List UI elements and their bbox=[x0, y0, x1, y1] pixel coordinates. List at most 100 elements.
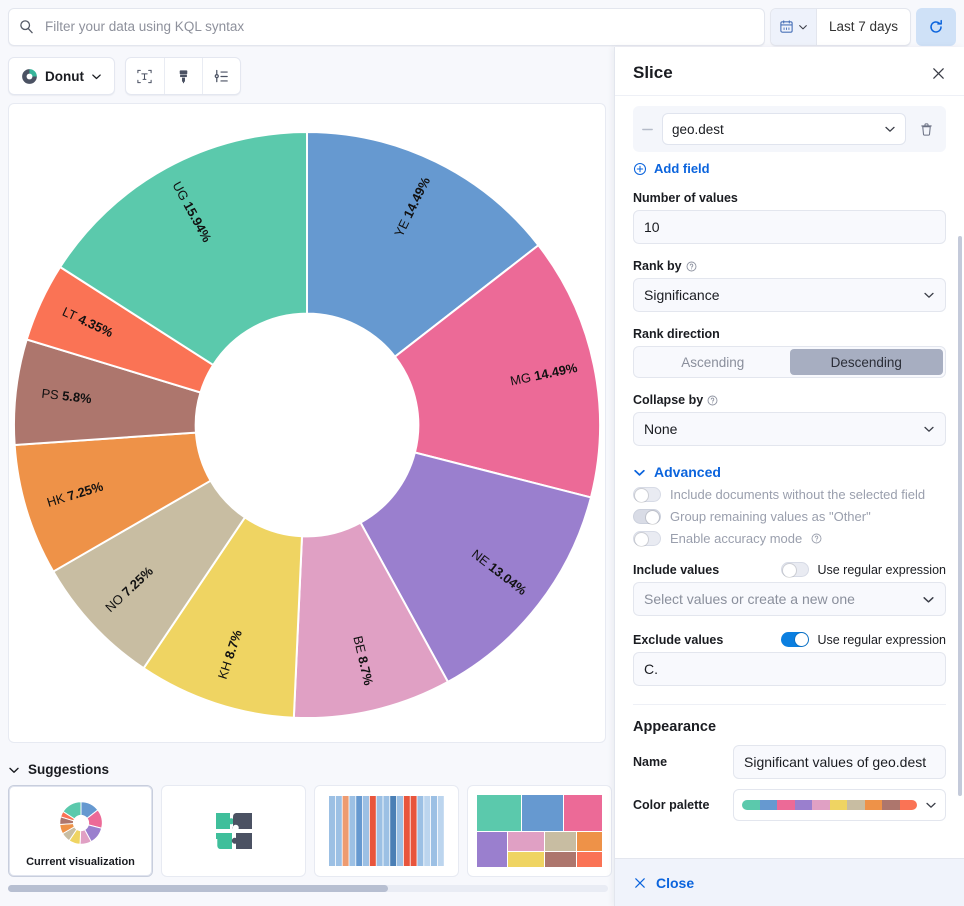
labels-button[interactable] bbox=[126, 58, 164, 94]
suggestion-current-visualization[interactable]: Current visualization bbox=[8, 785, 153, 877]
include-values-regex-toggle[interactable] bbox=[781, 562, 809, 577]
collapse-by-label: Collapse by bbox=[633, 393, 946, 407]
panel-close-button[interactable] bbox=[931, 66, 946, 81]
appearance-palette-row: Color palette bbox=[633, 789, 946, 821]
suggestion-treemap[interactable] bbox=[467, 785, 612, 877]
toggle-include-documents-row[interactable]: Include documents without the selected f… bbox=[633, 487, 946, 502]
suggestions-header[interactable]: Suggestions bbox=[8, 762, 606, 777]
drag-handle-icon[interactable] bbox=[641, 123, 654, 136]
date-picker-calendar-button[interactable] bbox=[771, 9, 817, 45]
include-values-label: Include values bbox=[633, 563, 719, 577]
legend-list-icon bbox=[213, 68, 230, 85]
exclude-values-value: C. bbox=[644, 661, 658, 677]
chevron-down-icon bbox=[633, 466, 646, 479]
panel-scrollbar[interactable] bbox=[958, 236, 962, 796]
number-of-values-label-text: Number of values bbox=[633, 191, 738, 205]
exclude-values-input[interactable]: C. bbox=[633, 652, 946, 686]
rank-direction-ascending[interactable]: Ascending bbox=[636, 349, 790, 375]
include-values-regex-label: Use regular expression bbox=[817, 563, 946, 577]
suggestion-bar-chart[interactable] bbox=[314, 785, 459, 877]
appearance-name-row: Name Significant values of geo.dest bbox=[633, 745, 946, 779]
chevron-down-icon bbox=[8, 764, 20, 776]
color-palette-select[interactable] bbox=[733, 789, 946, 821]
rank-direction-group: Ascending Descending bbox=[633, 346, 946, 378]
suggestions-panel: Suggestions Current visualization bbox=[0, 756, 614, 906]
legend-button[interactable] bbox=[202, 58, 240, 94]
accuracy-mode-toggle[interactable] bbox=[633, 531, 661, 546]
palette-swatch bbox=[865, 800, 883, 810]
close-x-icon bbox=[633, 876, 647, 890]
question-icon[interactable] bbox=[686, 261, 697, 272]
chevron-down-icon bbox=[923, 289, 935, 301]
chevron-down-icon bbox=[91, 71, 102, 82]
suggestions-list: Current visualization bbox=[8, 785, 606, 877]
palette-swatch bbox=[900, 800, 918, 810]
search-icon bbox=[19, 19, 35, 34]
chevron-down-icon bbox=[922, 593, 935, 606]
palette-swatch bbox=[795, 800, 813, 810]
toggle-group-other-row[interactable]: Group remaining values as "Other" bbox=[633, 509, 946, 524]
rank-direction-descending[interactable]: Descending bbox=[790, 349, 944, 375]
donut-chart[interactable]: YE 14.49%MG 14.49%NE 13.04%BE 8.7%KH 8.7… bbox=[9, 104, 605, 742]
search-bar[interactable] bbox=[8, 8, 765, 46]
add-field-button[interactable]: Add field bbox=[633, 161, 946, 176]
calendar-icon bbox=[779, 19, 794, 34]
chevron-down-icon bbox=[884, 123, 896, 135]
appearance-name-value: Significant values of geo.dest bbox=[744, 754, 926, 770]
question-icon[interactable] bbox=[811, 533, 822, 544]
date-picker[interactable]: Last 7 days bbox=[770, 8, 911, 46]
appearance-button[interactable] bbox=[164, 58, 202, 94]
refresh-icon bbox=[928, 19, 944, 35]
panel-body: geo.dest Add field Number of bbox=[615, 95, 964, 858]
collapse-by-label-text: Collapse by bbox=[633, 393, 703, 407]
panel-close-link[interactable]: Close bbox=[633, 875, 694, 891]
chevron-down-icon bbox=[923, 423, 935, 435]
treemap-preview-icon bbox=[477, 795, 602, 867]
palette-swatch bbox=[742, 800, 760, 810]
exclude-values-regex-toggle[interactable] bbox=[781, 632, 809, 647]
palette-swatch bbox=[760, 800, 778, 810]
rank-by-label-text: Rank by bbox=[633, 259, 682, 273]
include-values-select[interactable]: Select values or create a new one bbox=[633, 582, 946, 616]
chart-card: YE 14.49%MG 14.49%NE 13.04%BE 8.7%KH 8.7… bbox=[8, 103, 606, 743]
chart-type-button[interactable]: Donut bbox=[9, 58, 114, 94]
number-of-values-label: Number of values bbox=[633, 191, 946, 205]
rank-by-label: Rank by bbox=[633, 259, 946, 273]
refresh-button[interactable] bbox=[916, 8, 956, 46]
group-other-toggle[interactable] bbox=[633, 509, 661, 524]
chevron-down-icon bbox=[798, 22, 808, 32]
collapse-by-select[interactable]: None bbox=[633, 412, 946, 446]
appearance-name-input[interactable]: Significant values of geo.dest bbox=[733, 745, 946, 779]
suggestions-title: Suggestions bbox=[28, 762, 109, 777]
chevron-down-icon bbox=[925, 799, 937, 811]
delete-field-button[interactable] bbox=[914, 122, 938, 137]
search-input[interactable] bbox=[43, 10, 754, 44]
include-documents-toggle[interactable] bbox=[633, 487, 661, 502]
field-row: geo.dest bbox=[633, 106, 946, 152]
color-palette-preview bbox=[742, 800, 917, 810]
paintbrush-icon bbox=[175, 68, 192, 85]
add-field-label: Add field bbox=[654, 161, 710, 176]
advanced-section-toggle[interactable]: Advanced bbox=[633, 464, 946, 480]
date-range-label[interactable]: Last 7 days bbox=[817, 9, 910, 45]
exclude-values-label: Exclude values bbox=[633, 633, 723, 647]
field-select[interactable]: geo.dest bbox=[662, 113, 906, 145]
rank-direction-label: Rank direction bbox=[633, 327, 946, 341]
close-icon bbox=[931, 66, 946, 81]
collapse-by-value: None bbox=[644, 421, 677, 437]
exclude-values-regex-label: Use regular expression bbox=[817, 633, 946, 647]
rank-by-value: Significance bbox=[644, 287, 720, 303]
group-other-label: Group remaining values as "Other" bbox=[670, 509, 871, 524]
rank-by-select[interactable]: Significance bbox=[633, 278, 946, 312]
exclude-values-header: Exclude values Use regular expression bbox=[633, 632, 946, 647]
number-of-values-input[interactable]: 10 bbox=[633, 210, 946, 244]
chart-type-group: Donut bbox=[8, 57, 115, 95]
suggestions-scrollbar[interactable] bbox=[8, 885, 608, 892]
question-icon[interactable] bbox=[707, 395, 718, 406]
appearance-title: Appearance bbox=[633, 719, 946, 735]
donut-svg: YE 14.49%MG 14.49%NE 13.04%BE 8.7%KH 8.7… bbox=[9, 113, 605, 733]
panel-close-label: Close bbox=[656, 875, 694, 891]
suggestion-puzzle[interactable] bbox=[161, 785, 306, 877]
palette-swatch bbox=[777, 800, 795, 810]
toggle-accuracy-mode-row[interactable]: Enable accuracy mode bbox=[633, 531, 946, 546]
